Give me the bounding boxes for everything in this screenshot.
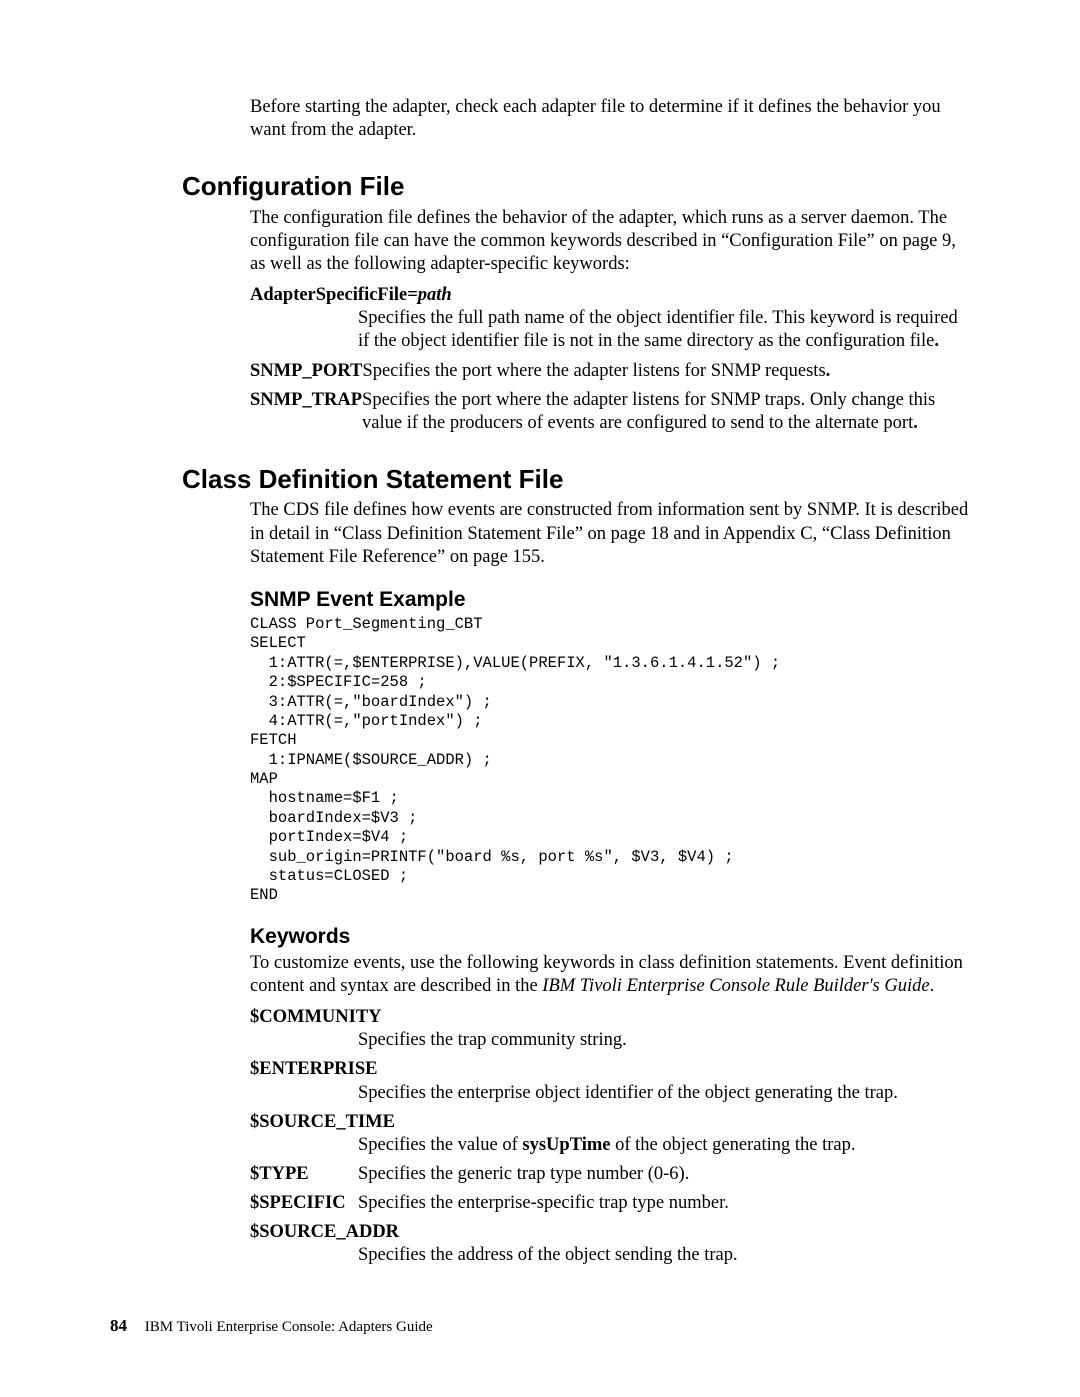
def-snmp-port: Specifies the port where the adapter lis…: [362, 360, 970, 383]
term-community: $COMMUNITY: [250, 1006, 970, 1029]
row-snmp-port: SNMP_PORT Specifies the port where the a…: [250, 360, 970, 383]
term-snmp-trap: SNMP_TRAP: [250, 389, 362, 412]
def-source-time-c: of the object generating the trap.: [610, 1135, 855, 1155]
term-source-time: $SOURCE_TIME: [250, 1111, 970, 1134]
trailing-period: .: [913, 413, 918, 433]
def-source-addr: Specifies the address of the object send…: [358, 1244, 970, 1267]
def-source-time: Specifies the value of sysUpTime of the …: [358, 1134, 970, 1157]
book-title: IBM Tivoli Enterprise Console: Adapters …: [145, 1319, 433, 1335]
term-adapter-prefix: AdapterSpecificFile=: [250, 285, 418, 305]
row-type: $TYPE Specifies the generic trap type nu…: [250, 1163, 970, 1186]
page: Before starting the adapter, check each …: [0, 0, 1080, 1397]
def-snmp-port-text: Specifies the port where the adapter lis…: [362, 361, 825, 381]
page-number: 84: [110, 1316, 127, 1335]
heading-keywords: Keywords: [250, 924, 970, 950]
def-specific: Specifies the enterprise-specific trap t…: [358, 1192, 970, 1215]
def-adapter-specific-file: Specifies the full path name of the obje…: [358, 307, 970, 353]
heading-class-definition-statement-file: Class Definition Statement File: [182, 463, 970, 496]
code-block-snmp-example: CLASS Port_Segmenting_CBT SELECT 1:ATTR(…: [250, 615, 970, 906]
def-adapter-text: Specifies the full path name of the obje…: [358, 308, 958, 351]
config-definition-list: AdapterSpecificFile=path Specifies the f…: [250, 284, 970, 435]
def-snmp-trap: Specifies the port where the adapter lis…: [362, 389, 970, 435]
def-enterprise: Specifies the enterprise object identifi…: [358, 1082, 970, 1105]
def-type: Specifies the generic trap type number (…: [358, 1163, 970, 1186]
keywords-intro: To customize events, use the following k…: [250, 952, 970, 998]
def-community: Specifies the trap community string.: [358, 1029, 970, 1052]
trailing-period: .: [826, 361, 831, 381]
term-adapter-var: path: [418, 285, 452, 305]
row-snmp-trap: SNMP_TRAP Specifies the port where the a…: [250, 389, 970, 435]
heading-configuration-file: Configuration File: [182, 170, 970, 203]
heading-snmp-event-example: SNMP Event Example: [250, 587, 970, 613]
trailing-period: .: [934, 331, 939, 351]
term-specific: $SPECIFIC: [250, 1192, 358, 1215]
term-adapter-specific-file: AdapterSpecificFile=path: [250, 284, 970, 307]
term-type: $TYPE: [250, 1163, 358, 1186]
def-source-time-a: Specifies the value of: [358, 1135, 522, 1155]
term-snmp-port: SNMP_PORT: [250, 360, 362, 383]
def-snmp-trap-text: Specifies the port where the adapter lis…: [362, 390, 935, 433]
term-source-addr: $SOURCE_ADDR: [250, 1221, 970, 1244]
intro-paragraph: Before starting the adapter, check each …: [250, 96, 970, 142]
keywords-intro-em: IBM Tivoli Enterprise Console Rule Build…: [542, 976, 929, 996]
page-footer: 84 IBM Tivoli Enterprise Console: Adapte…: [110, 1315, 433, 1337]
def-source-time-b: sysUpTime: [522, 1135, 610, 1155]
keywords-definition-list: $COMMUNITY Specifies the trap community …: [250, 1006, 970, 1267]
cds-paragraph: The CDS file defines how events are cons…: [250, 499, 970, 568]
row-specific: $SPECIFIC Specifies the enterprise-speci…: [250, 1192, 970, 1215]
config-paragraph: The configuration file defines the behav…: [250, 207, 970, 276]
keywords-intro-b: .: [930, 976, 935, 996]
term-enterprise: $ENTERPRISE: [250, 1058, 970, 1081]
